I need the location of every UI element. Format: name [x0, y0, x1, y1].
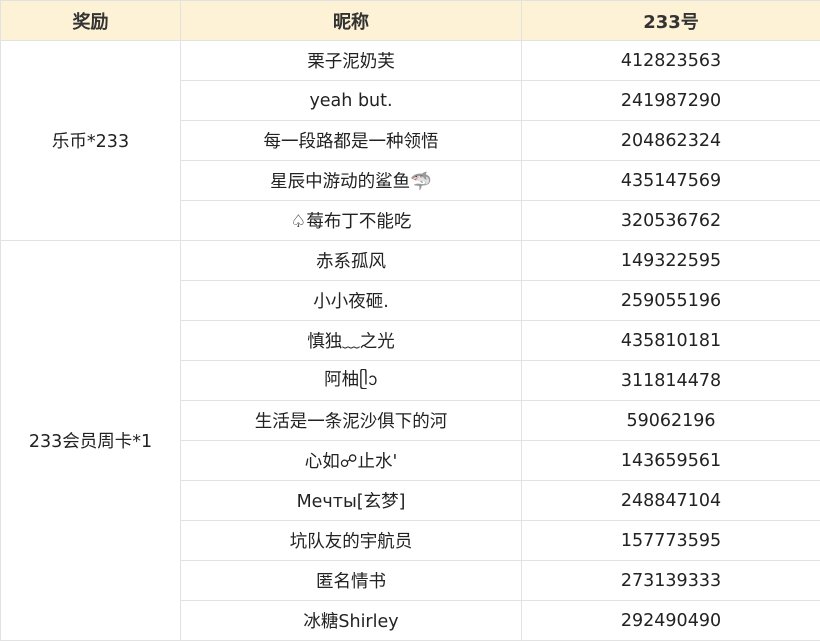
nickname-cell: Мечты[玄梦]: [180, 480, 522, 521]
id-cell: 157773595: [521, 520, 820, 561]
reward-cell: 233会员周卡*1: [0, 240, 181, 641]
nickname-cell: 小小夜砸.: [180, 280, 522, 321]
nickname-cell: 坑队友的宇航员: [180, 520, 522, 561]
id-cell: 143659561: [521, 440, 820, 481]
winners-table: 奖励 昵称 233号 乐币*233 栗子泥奶芙 412823563 yeah b…: [0, 0, 820, 641]
id-cell: 259055196: [521, 280, 820, 321]
nickname-cell: 每一段路都是一种领悟: [180, 120, 522, 161]
id-cell: 204862324: [521, 120, 820, 161]
id-cell: 435810181: [521, 320, 820, 361]
id-cell: 59062196: [521, 400, 820, 441]
id-cell: 412823563: [521, 40, 820, 81]
id-cell: 248847104: [521, 480, 820, 521]
nickname-cell: yeah but.: [180, 80, 522, 121]
nickname-cell: 匿名情书: [180, 560, 522, 601]
id-cell: 273139333: [521, 560, 820, 601]
reward-cell: 乐币*233: [0, 40, 181, 241]
id-cell: 149322595: [521, 240, 820, 281]
nickname-cell: ♤莓布丁不能吃: [180, 200, 522, 241]
id-cell: 320536762: [521, 200, 820, 241]
nickname-cell: 阿柚ᥫᩣ: [180, 360, 522, 401]
nickname-cell: 慎独﹏之光: [180, 320, 522, 361]
nickname-cell: 心如☍止水': [180, 440, 522, 481]
nickname-cell: 星辰中游动的鲨鱼🦈: [180, 160, 522, 201]
header-id: 233号: [521, 0, 820, 41]
id-cell: 435147569: [521, 160, 820, 201]
id-cell: 311814478: [521, 360, 820, 401]
table-row: 乐币*233 栗子泥奶芙 412823563: [0, 40, 820, 241]
nickname-cell: 冰糖Shirley: [180, 600, 522, 641]
header-nickname: 昵称: [180, 0, 522, 41]
nickname-cell: 生活是一条泥沙俱下的河: [180, 400, 522, 441]
nickname-cell: 赤系孤风: [180, 240, 522, 281]
nickname-cell: 栗子泥奶芙: [180, 40, 522, 81]
table-row: 233会员周卡*1 赤系孤风 149322595: [0, 240, 820, 641]
id-cell: 241987290: [521, 80, 820, 121]
id-cell: 292490490: [521, 600, 820, 641]
header-reward: 奖励: [0, 0, 181, 41]
header-row: 奖励 昵称 233号: [0, 0, 820, 41]
